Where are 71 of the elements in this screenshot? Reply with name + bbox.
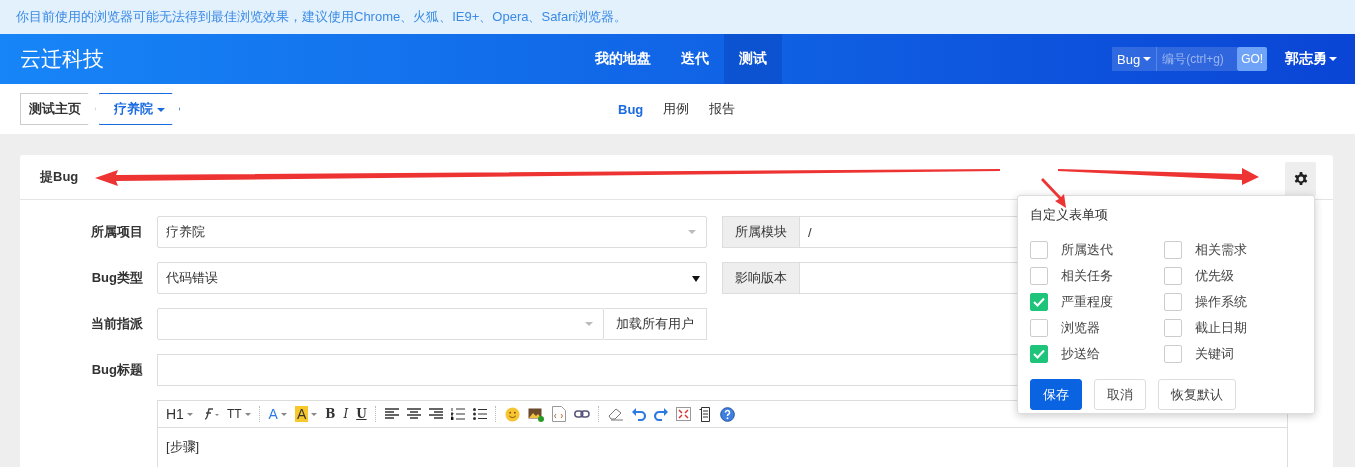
breadcrumb-item[interactable]: 疗养院 — [99, 93, 180, 125]
fullscreen-icon[interactable] — [675, 407, 691, 421]
code-icon[interactable] — [551, 406, 566, 422]
field-addon: 影响版本 — [722, 262, 800, 294]
popover-button[interactable]: 取消 — [1094, 379, 1146, 410]
smiley-icon[interactable] — [504, 406, 520, 422]
font-color-tool[interactable]: A — [268, 406, 287, 422]
sub-tab[interactable]: Bug — [608, 100, 654, 118]
browser-notice: 你目前使用的浏览器可能无法得到最佳浏览效果，建议使用Chrome、火狐、IE9+、Opera、Safari浏览器。 — [16, 8, 628, 26]
checkbox[interactable] — [1030, 345, 1048, 363]
checkbox[interactable] — [1030, 293, 1048, 311]
card-title: 提Bug — [40, 168, 79, 186]
checkbox-label: 所属迭代 — [1061, 241, 1113, 259]
popover-button[interactable]: 恢复默认 — [1158, 379, 1236, 410]
field-label: Bug类型 — [90, 269, 144, 287]
user-menu[interactable]: 郭志勇 — [1285, 50, 1338, 68]
save-button[interactable]: 保存 — [1030, 379, 1082, 410]
bullet-list-icon[interactable] — [472, 408, 487, 420]
sub-tab[interactable]: 用例 — [653, 100, 700, 118]
nav-tab[interactable]: 我的地盘 — [580, 34, 666, 84]
undo-icon[interactable] — [631, 407, 646, 421]
nav-tab[interactable]: 测试 — [724, 34, 782, 84]
field-addon: 所属模块 — [722, 216, 800, 248]
font-size-tool[interactable]: TT — [226, 407, 251, 421]
sub-tab[interactable]: 报告 — [699, 100, 746, 118]
checkbox[interactable] — [1164, 241, 1182, 259]
field-label: 所属项目 — [90, 223, 144, 241]
nav-tab[interactable]: 迭代 — [666, 34, 724, 84]
checkbox-label: 抄送给 — [1061, 345, 1100, 363]
checkbox-label: 截止日期 — [1195, 319, 1247, 337]
heading-tool[interactable]: H1 — [166, 406, 193, 422]
checkbox[interactable] — [1164, 319, 1182, 337]
popover-title: 自定义表单项 — [1030, 206, 1108, 224]
load-users-button[interactable]: 加载所有用户 — [604, 308, 707, 340]
eraser-icon[interactable] — [607, 407, 624, 421]
bold-tool[interactable]: B — [325, 407, 336, 421]
field-label: Bug标题 — [90, 361, 144, 379]
checkbox-label: 操作系统 — [1195, 293, 1247, 311]
align-left-icon[interactable] — [384, 408, 399, 420]
logo: 云迁科技 — [20, 46, 105, 72]
align-right-icon[interactable] — [428, 408, 443, 420]
select-field[interactable]: 疗养院 — [157, 216, 707, 248]
checkbox[interactable] — [1030, 267, 1048, 285]
checkbox-label: 严重程度 — [1061, 293, 1113, 311]
checkbox[interactable] — [1164, 293, 1182, 311]
checkbox-label: 相关任务 — [1061, 267, 1113, 285]
select-field[interactable] — [157, 308, 604, 340]
checkbox-label: 关键词 — [1195, 345, 1234, 363]
select-field[interactable]: 代码错误 — [157, 262, 707, 294]
link-icon[interactable] — [573, 409, 590, 419]
numbered-list-icon[interactable] — [450, 408, 465, 420]
help-icon[interactable] — [719, 406, 735, 422]
checkbox-label: 相关需求 — [1195, 241, 1247, 259]
settings-icon — [1292, 171, 1309, 187]
redo-icon[interactable] — [653, 407, 668, 421]
checkbox[interactable] — [1030, 319, 1048, 337]
settings-button[interactable] — [1285, 162, 1316, 196]
checkbox[interactable] — [1030, 241, 1048, 259]
underline-tool[interactable]: U — [356, 407, 367, 421]
checkbox[interactable] — [1164, 267, 1182, 285]
italic-tool[interactable]: I — [343, 407, 349, 421]
checkbox-label: 浏览器 — [1061, 319, 1100, 337]
image-icon[interactable] — [527, 406, 544, 422]
align-center-icon[interactable] — [406, 408, 421, 420]
checkbox-label: 优先级 — [1195, 267, 1234, 285]
type-dropdown[interactable]: Bug — [1112, 47, 1158, 71]
document-icon[interactable] — [698, 406, 712, 422]
checkbox[interactable] — [1164, 345, 1182, 363]
editor-text: [步骤] — [166, 439, 200, 454]
breadcrumb-item[interactable]: 测试主页 — [20, 93, 96, 125]
field-label: 当前指派 — [90, 315, 144, 333]
